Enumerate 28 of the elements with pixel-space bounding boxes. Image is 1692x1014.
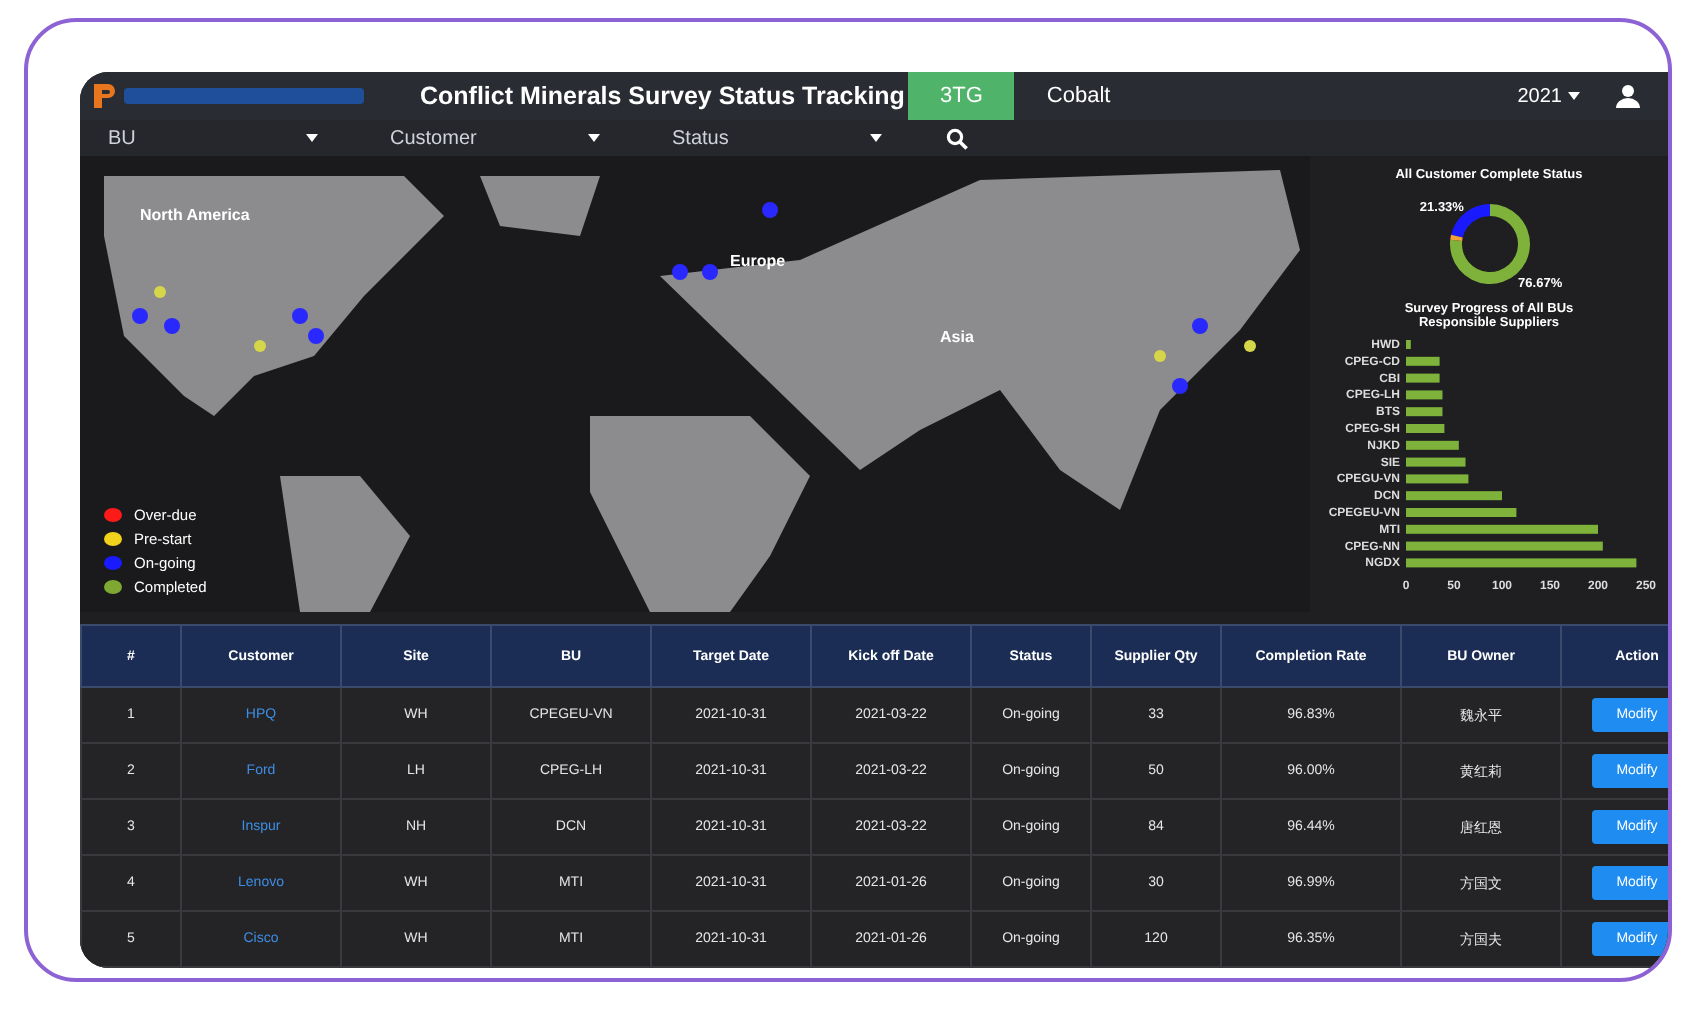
- bar: [1406, 424, 1445, 433]
- year-dropdown[interactable]: 2021: [1517, 85, 1580, 107]
- user-icon[interactable]: [1616, 84, 1640, 108]
- category-tab[interactable]: 3TG: [908, 72, 1015, 120]
- caret-icon: [306, 134, 318, 142]
- bar: [1406, 373, 1440, 383]
- region-label: Europe: [730, 252, 786, 270]
- bar: [1406, 407, 1443, 417]
- caret-icon: [870, 134, 882, 142]
- bar: [1406, 508, 1517, 517]
- bar: [1406, 340, 1411, 349]
- logo-icon: [92, 82, 116, 110]
- category-tab[interactable]: Cobalt: [1014, 72, 1143, 120]
- bar: [1406, 440, 1459, 450]
- bar: [1406, 457, 1466, 467]
- search-icon[interactable]: [946, 127, 968, 149]
- filter-dropdown[interactable]: Customer: [382, 121, 608, 155]
- filter-dropdown[interactable]: Status: [664, 121, 890, 155]
- region-label: Asia: [940, 328, 974, 346]
- bar: [1406, 491, 1502, 501]
- caret-icon: [1568, 92, 1580, 100]
- caret-icon: [588, 134, 600, 142]
- bar: [1406, 474, 1469, 484]
- bar: [1406, 390, 1443, 400]
- region-label: North America: [140, 206, 250, 224]
- filter-dropdown[interactable]: BU: [100, 121, 326, 155]
- app-title: Conflict Minerals Survey Status Tracking: [420, 82, 907, 110]
- bar: [1406, 356, 1440, 366]
